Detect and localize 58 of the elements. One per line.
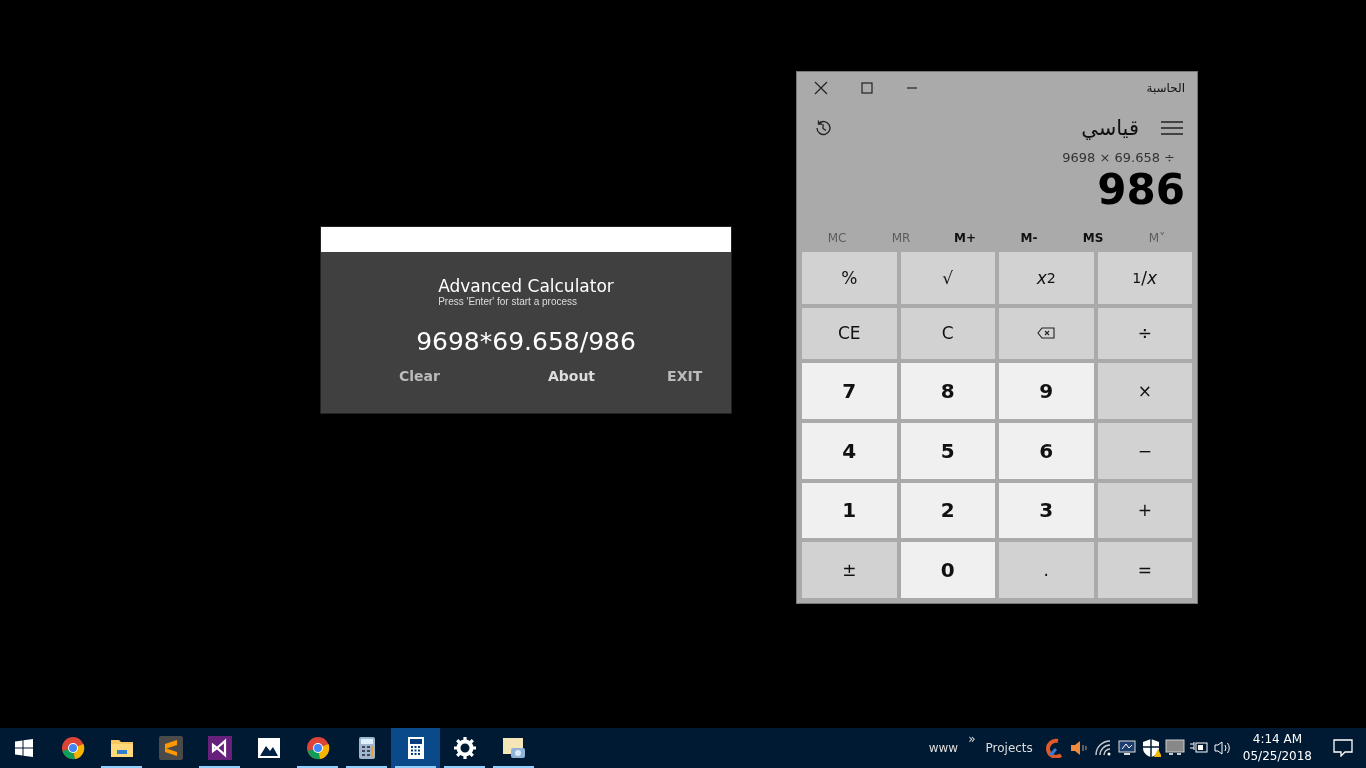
mode-title: قياسي	[1081, 116, 1139, 140]
monitor-icon[interactable]	[1116, 738, 1137, 758]
calculator-key[interactable]: √	[900, 252, 995, 304]
chrome-icon	[305, 736, 330, 760]
calculator-key[interactable]: +	[1097, 482, 1192, 539]
calculator-key[interactable]: C	[900, 307, 995, 360]
calculator-key[interactable]: .	[999, 542, 1094, 598]
expression-text: 9698*69.658/986	[416, 327, 636, 356]
clock-time[interactable]: 4:14 AM	[1252, 731, 1303, 748]
chevron-text[interactable]: »	[968, 732, 976, 746]
text-button[interactable]: About	[541, 366, 602, 386]
memory-button[interactable]: MS	[1063, 230, 1123, 246]
calculator-key[interactable]: 4	[802, 423, 897, 479]
calculator-key[interactable]: ×	[1097, 363, 1192, 419]
backspace-icon	[1037, 327, 1056, 340]
window-title: الحاسبة	[1146, 81, 1185, 95]
app-title: Advanced Calculator	[438, 276, 614, 296]
calculator-key[interactable]: 5	[900, 423, 995, 479]
expression-text: 9698 × 69.658 ÷	[1061, 149, 1176, 165]
text-button[interactable]: Clear	[393, 366, 446, 386]
maximize-icon[interactable]	[861, 82, 873, 94]
shield-warning-icon[interactable]	[1140, 738, 1161, 758]
calculator-key[interactable]: 8	[900, 363, 995, 419]
windows-logo-icon	[15, 739, 33, 757]
chrome-icon	[60, 736, 85, 760]
wifi-icon[interactable]	[1092, 738, 1113, 758]
calculator-key[interactable]: %	[802, 252, 897, 304]
text-button[interactable]: EXIT	[661, 366, 709, 386]
toolbar-label[interactable]: www	[928, 741, 959, 755]
history-icon[interactable]	[813, 118, 833, 138]
toolbar-label[interactable]: Projects	[985, 741, 1033, 755]
calculator-key[interactable]: 3	[999, 482, 1094, 539]
calculator-key[interactable]: 6	[999, 423, 1094, 479]
calculator-key[interactable]: ÷	[1097, 307, 1192, 360]
taskbar-button[interactable]	[391, 728, 440, 768]
notification-icon[interactable]	[1333, 739, 1353, 757]
calculator-key[interactable]: 9	[999, 363, 1094, 419]
clock-date[interactable]: 05/25/2018	[1242, 748, 1312, 765]
hint-text: Press 'Enter' for start a process	[438, 296, 578, 307]
settings-icon	[452, 736, 477, 760]
camera-picture-icon	[501, 736, 526, 760]
mountain-picture-icon	[256, 736, 281, 760]
calculator-key[interactable]: ±	[802, 542, 897, 598]
calculator-key[interactable]: 7	[802, 363, 897, 419]
menu-icon[interactable]	[1161, 120, 1183, 136]
memory-button[interactable]: M-	[999, 230, 1059, 246]
result-display: 986	[1096, 165, 1186, 214]
calculator-key[interactable]: =	[1097, 542, 1192, 598]
calculator-key[interactable]: 1	[802, 482, 897, 539]
calculator-key[interactable]: CE	[802, 307, 897, 360]
close-icon[interactable]	[814, 81, 828, 95]
calculator-key[interactable]: 0	[900, 542, 995, 598]
display-icon[interactable]	[1164, 738, 1185, 758]
calculator-key[interactable]: −	[1097, 423, 1192, 479]
calculator-key[interactable]: 2	[900, 482, 995, 539]
speaker-muted-icon[interactable]	[1068, 738, 1089, 758]
volume-icon[interactable]	[1212, 738, 1233, 758]
memory-button[interactable]: M+	[935, 230, 995, 246]
